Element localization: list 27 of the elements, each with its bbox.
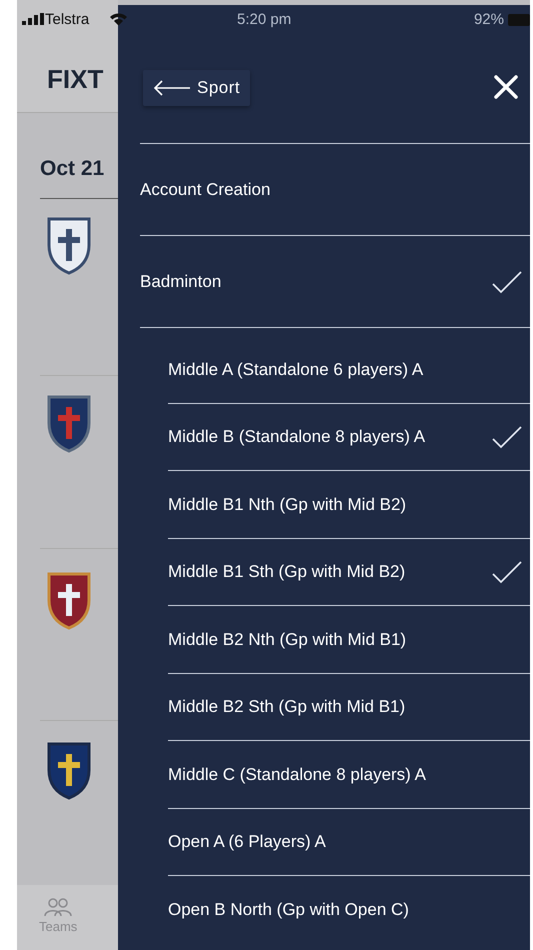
school-crest-icon	[45, 740, 93, 800]
battery-icon	[508, 14, 530, 26]
sport-option[interactable]: Open A (6 Players) A	[168, 808, 530, 876]
school-crest-icon	[45, 215, 93, 275]
sport-option[interactable]: Middle A (Standalone 6 players) A	[168, 336, 530, 404]
sport-option[interactable]: Middle B1 Sth (Gp with Mid B2)	[168, 538, 530, 606]
sport-option[interactable]: Middle B2 Sth (Gp with Mid B1)	[168, 674, 530, 741]
carrier-name: Telstra	[45, 10, 90, 30]
sport-option[interactable]: Middle B1 Nth (Gp with Mid B2)	[168, 471, 530, 538]
people-icon	[44, 897, 72, 917]
school-crest-icon	[45, 570, 93, 630]
back-arrow-icon	[153, 80, 191, 96]
sport-option[interactable]: Badminton	[140, 235, 530, 327]
close-button[interactable]	[492, 73, 520, 102]
clock-time: 5:20 pm	[237, 10, 292, 30]
school-crest-icon	[45, 393, 93, 453]
sport-option[interactable]: Middle B2 Nth (Gp with Mid B1)	[168, 606, 530, 674]
battery-percent: 92%	[474, 10, 504, 30]
sport-option[interactable]: Open B North (Gp with Open C)	[168, 876, 530, 944]
signal-icon	[22, 13, 44, 25]
date-heading: Oct 21	[40, 156, 104, 182]
sport-option[interactable]: Account Creation	[140, 143, 530, 235]
wifi-icon	[109, 12, 128, 26]
back-button[interactable]: Sport	[143, 70, 250, 106]
sport-option[interactable]: Middle C (Standalone 8 players) A	[168, 741, 530, 808]
page-title: FIXT	[47, 63, 104, 96]
sport-option[interactable]: Middle B (Standalone 8 players) A	[168, 404, 530, 471]
